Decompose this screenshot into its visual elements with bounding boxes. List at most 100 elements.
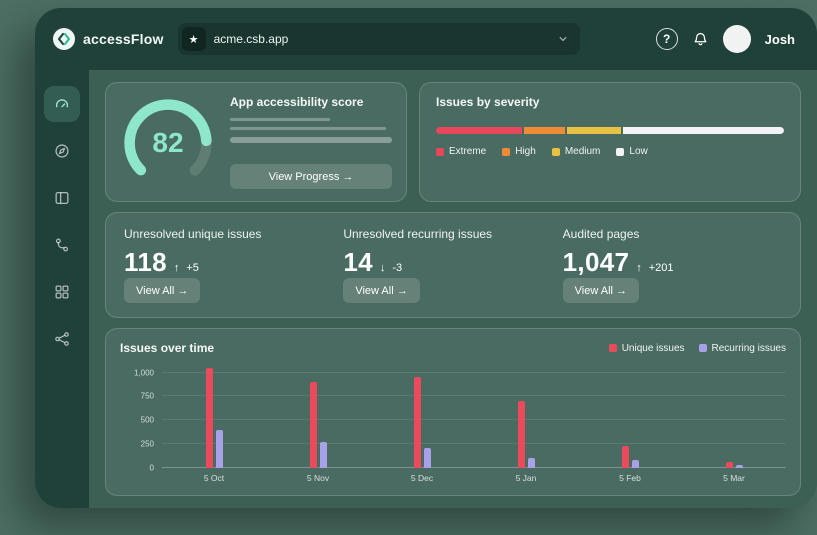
app-name: accessFlow xyxy=(83,31,164,47)
help-icon[interactable]: ? xyxy=(656,28,678,50)
bar-recurring-issues xyxy=(632,460,639,468)
chart-x-axis: 5 Oct5 Nov5 Dec5 Jan5 Feb5 Mar xyxy=(162,473,786,483)
placeholder-line xyxy=(230,127,386,130)
legend-label: Medium xyxy=(565,146,601,157)
severity-segment-high xyxy=(524,127,565,134)
site-favicon-badge: ★ xyxy=(182,27,206,51)
stat-delta: +5 xyxy=(186,262,199,274)
user-avatar[interactable] xyxy=(723,25,751,53)
app-logo: accessFlow xyxy=(53,28,164,50)
severity-segment-medium xyxy=(567,127,622,134)
bar-group xyxy=(474,365,578,468)
chart-body: 02505007501,000 xyxy=(120,365,786,468)
severity-bar xyxy=(436,127,784,134)
bar-unique-issues xyxy=(206,368,213,468)
y-tick-label: 500 xyxy=(141,416,154,425)
sidebar-item-discover[interactable] xyxy=(44,133,80,169)
stat-label: Unresolved unique issues xyxy=(124,227,343,241)
app-window: accessFlow ★ acme.csb.app ? Josh xyxy=(35,8,817,508)
legend-swatch-icon xyxy=(609,344,617,352)
placeholder-line xyxy=(230,118,330,121)
domain-selector[interactable]: ★ acme.csb.app xyxy=(178,23,580,55)
stat-unresolved-unique: Unresolved unique issues 118 ↑ +5 View A… xyxy=(124,227,343,303)
chart-title: Issues over time xyxy=(120,341,214,355)
legend-swatch-icon xyxy=(552,148,560,156)
legend-swatch-icon xyxy=(699,344,707,352)
x-tick-label: 5 Dec xyxy=(370,473,474,483)
bar-recurring-issues xyxy=(528,458,535,468)
legend-label: Unique issues xyxy=(622,343,685,354)
bar-unique-issues xyxy=(414,377,421,468)
bar-recurring-issues xyxy=(424,448,431,468)
trend-down-icon: ↓ xyxy=(380,262,386,274)
y-tick-label: 1,000 xyxy=(134,368,154,377)
legend-label: Low xyxy=(629,146,647,157)
sidebar-item-flows[interactable] xyxy=(44,227,80,263)
chart-header: Issues over time Unique issues Recurring … xyxy=(120,341,786,355)
trend-up-icon: ↑ xyxy=(174,262,180,274)
accessibility-score-card: 82 App accessibility score View Progress… xyxy=(105,82,407,202)
bar-unique-issues xyxy=(726,462,733,468)
legend-swatch-icon xyxy=(436,148,444,156)
flow-branch-icon xyxy=(53,236,71,254)
sidebar-item-integrations[interactable] xyxy=(44,321,80,357)
y-tick-label: 0 xyxy=(150,464,154,473)
legend-label: Recurring issues xyxy=(712,343,786,354)
view-all-pages-button[interactable]: View All → xyxy=(563,278,639,303)
view-progress-button[interactable]: View Progress → xyxy=(230,164,392,189)
grid-apps-icon xyxy=(53,283,71,301)
x-tick-label: 5 Oct xyxy=(162,473,266,483)
chevron-down-icon xyxy=(556,32,570,46)
bar-group xyxy=(162,365,266,468)
star-icon: ★ xyxy=(189,33,199,46)
x-tick-label: 5 Mar xyxy=(682,473,786,483)
stat-delta: -3 xyxy=(392,262,402,274)
issues-by-severity-card: Issues by severity Extreme High Medium Low xyxy=(419,82,801,202)
legend-label: Extreme xyxy=(449,146,486,157)
layout-panel-icon xyxy=(53,189,71,207)
trend-up-icon: ↑ xyxy=(636,262,642,274)
domain-value: acme.csb.app xyxy=(214,32,548,46)
legend-label: High xyxy=(515,146,536,157)
chart-plot xyxy=(162,365,786,468)
sidebar-item-dashboard[interactable] xyxy=(44,86,80,122)
bar-recurring-issues xyxy=(320,442,327,468)
severity-legend: Extreme High Medium Low xyxy=(436,146,784,157)
chart-legend: Unique issues Recurring issues xyxy=(609,343,786,354)
top-cards-row: 82 App accessibility score View Progress… xyxy=(105,82,801,202)
share-network-icon xyxy=(53,330,71,348)
bar-recurring-issues xyxy=(216,430,223,468)
stats-card: Unresolved unique issues 118 ↑ +5 View A… xyxy=(105,212,801,318)
sidebar-nav xyxy=(35,70,89,508)
stat-value: 1,047 xyxy=(563,247,630,278)
user-name: Josh xyxy=(765,32,795,47)
bar-unique-issues xyxy=(310,382,317,468)
bar-group xyxy=(370,365,474,468)
issues-over-time-card: Issues over time Unique issues Recurring … xyxy=(105,328,801,496)
severity-segment-extreme xyxy=(436,127,522,134)
main-content: 82 App accessibility score View Progress… xyxy=(89,70,817,508)
score-card-right: App accessibility score View Progress → xyxy=(230,95,392,189)
accessflow-logo-icon xyxy=(53,28,75,50)
severity-segment-low xyxy=(623,127,784,134)
y-tick-label: 750 xyxy=(141,392,154,401)
legend-swatch-icon xyxy=(502,148,510,156)
stat-label: Audited pages xyxy=(563,227,782,241)
score-gauge: 82 xyxy=(120,95,216,191)
view-all-unique-button[interactable]: View All → xyxy=(124,278,200,303)
notifications-bell-icon[interactable] xyxy=(692,31,709,48)
score-value: 82 xyxy=(120,95,216,191)
top-bar: accessFlow ★ acme.csb.app ? Josh xyxy=(35,8,817,70)
view-all-recurring-button[interactable]: View All → xyxy=(343,278,419,303)
bar-recurring-issues xyxy=(736,465,743,468)
score-card-title: App accessibility score xyxy=(230,95,392,109)
severity-card-title: Issues by severity xyxy=(436,95,784,109)
stat-label: Unresolved recurring issues xyxy=(343,227,562,241)
bar-group xyxy=(266,365,370,468)
bar-unique-issues xyxy=(622,446,629,468)
sidebar-item-pages[interactable] xyxy=(44,180,80,216)
x-tick-label: 5 Nov xyxy=(266,473,370,483)
stat-unresolved-recurring: Unresolved recurring issues 14 ↓ -3 View… xyxy=(343,227,562,303)
sidebar-item-components[interactable] xyxy=(44,274,80,310)
legend-item: Medium xyxy=(552,146,601,157)
